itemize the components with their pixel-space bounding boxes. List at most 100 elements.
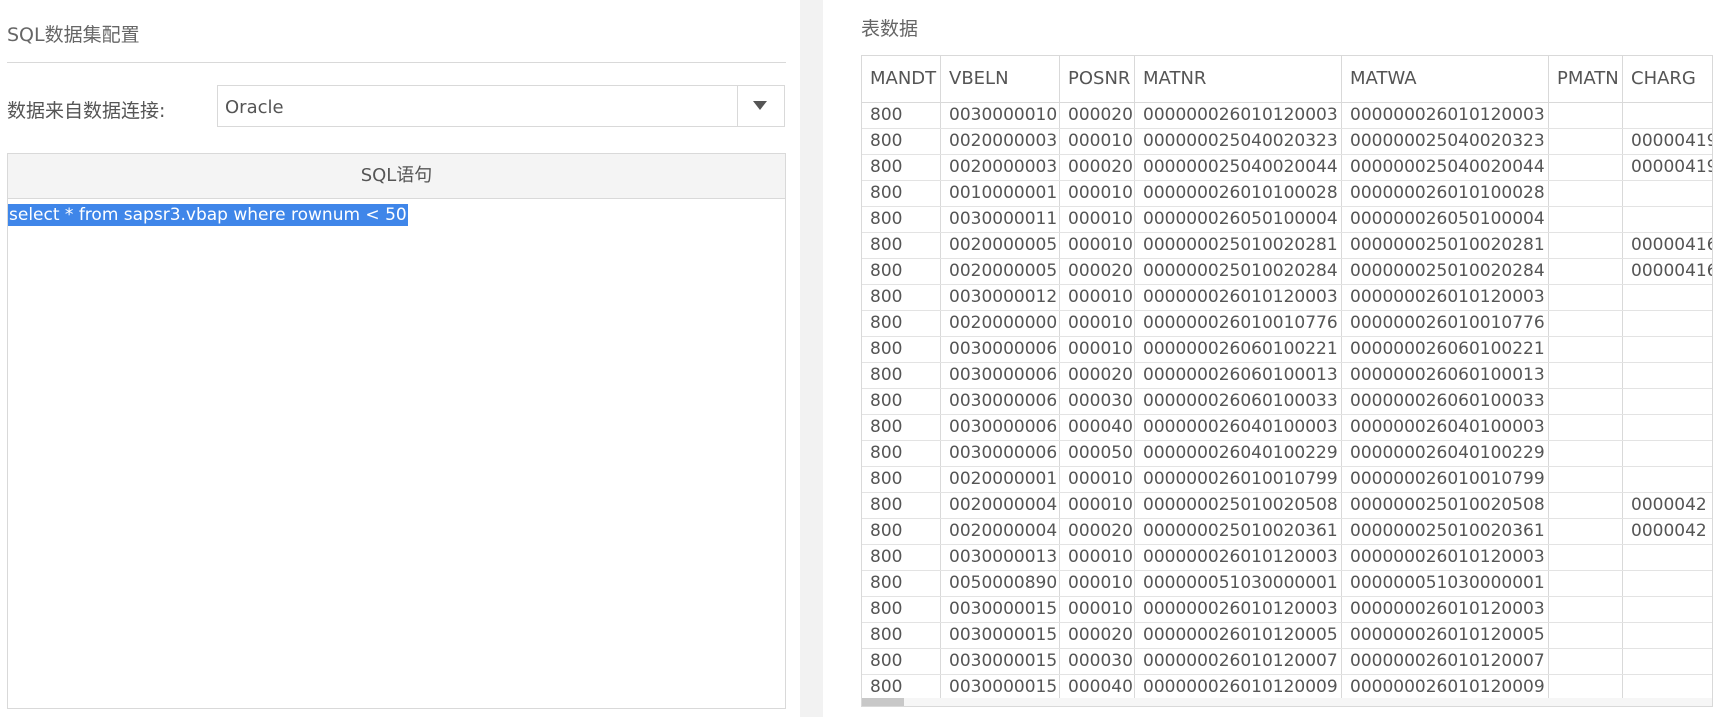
table-row[interactable]: 800 0030000010 000020 000000026010120003 000… bbox=[862, 103, 1712, 129]
table-cell: 000000025010020281 bbox=[1135, 233, 1342, 258]
sql-editor[interactable]: select * from sapsr3.vbap where rownum <… bbox=[8, 199, 785, 708]
table-row[interactable]: 800 0010000001 000010 000000026010100028 000… bbox=[862, 181, 1712, 207]
table-cell bbox=[1549, 675, 1623, 700]
table-cell: 0030000006 bbox=[941, 337, 1060, 362]
table-row[interactable]: 800 0030000013 000010 000000026010120003 000… bbox=[862, 545, 1712, 571]
table-cell: 000000025040020044 bbox=[1342, 155, 1549, 180]
table-cell: 000020 bbox=[1060, 103, 1135, 128]
table-row[interactable]: 800 0020000004 000020 000000025010020361 000… bbox=[862, 519, 1712, 545]
table-row[interactable]: 800 0030000011 000010 000000026050100004 000… bbox=[862, 207, 1712, 233]
table-cell: 000000026040100003 bbox=[1342, 415, 1549, 440]
table-cell: 000040 bbox=[1060, 675, 1135, 700]
table-cell: 000020 bbox=[1060, 363, 1135, 388]
table-cell bbox=[1549, 285, 1623, 310]
table-cell: 000050 bbox=[1060, 441, 1135, 466]
table-row[interactable]: 800 0030000015 000010 000000026010120003 000… bbox=[862, 597, 1712, 623]
column-header[interactable]: MANDT bbox=[862, 56, 941, 102]
table-cell: 00000416 bbox=[1623, 259, 1712, 284]
table-cell: 0030000012 bbox=[941, 285, 1060, 310]
table-row[interactable]: 800 0020000003 000010 000000025040020323 000… bbox=[862, 129, 1712, 155]
table-cell: 000000026010120003 bbox=[1342, 103, 1549, 128]
table-cell bbox=[1623, 675, 1712, 700]
table-cell: 000000026040100229 bbox=[1135, 441, 1342, 466]
table-row[interactable]: 800 0020000004 000010 000000025010020508 000… bbox=[862, 493, 1712, 519]
table-cell: 0000042 bbox=[1623, 493, 1712, 518]
table-row[interactable]: 800 0020000001 000010 000000026010010799 000… bbox=[862, 467, 1712, 493]
caret-down-icon bbox=[753, 101, 767, 110]
table-cell bbox=[1549, 233, 1623, 258]
data-source-select[interactable]: Oracle bbox=[217, 85, 785, 127]
table-row[interactable]: 800 0030000012 000010 000000026010120003 000… bbox=[862, 285, 1712, 311]
column-header[interactable]: MATWA bbox=[1342, 56, 1549, 102]
table-cell bbox=[1623, 363, 1712, 388]
panel-gap bbox=[800, 0, 823, 717]
column-header[interactable]: PMATN bbox=[1549, 56, 1623, 102]
table-cell: 800 bbox=[862, 259, 941, 284]
table-row[interactable]: 800 0030000015 000030 000000026010120007 000… bbox=[862, 649, 1712, 675]
table-row[interactable]: 800 0030000006 000050 000000026040100229 000… bbox=[862, 441, 1712, 467]
table-cell bbox=[1549, 545, 1623, 570]
scrollbar-thumb[interactable] bbox=[862, 698, 904, 706]
horizontal-scrollbar[interactable] bbox=[862, 698, 1712, 706]
table-row[interactable]: 800 0030000006 000040 000000026040100003 000… bbox=[862, 415, 1712, 441]
table-cell bbox=[1549, 259, 1623, 284]
table-cell: 000000026010120005 bbox=[1342, 623, 1549, 648]
table-cell: 800 bbox=[862, 545, 941, 570]
table-cell: 000000026010100028 bbox=[1342, 181, 1549, 206]
table-cell: 800 bbox=[862, 649, 941, 674]
table-cell: 000010 bbox=[1060, 467, 1135, 492]
table-row[interactable]: 800 0030000006 000020 000000026060100013 000… bbox=[862, 363, 1712, 389]
column-header[interactable]: MATNR bbox=[1135, 56, 1342, 102]
table-cell: 000000025040020323 bbox=[1135, 129, 1342, 154]
table-cell: 000000025010020508 bbox=[1342, 493, 1549, 518]
table-cell: 0030000015 bbox=[941, 623, 1060, 648]
table-cell: 000000026010120003 bbox=[1135, 597, 1342, 622]
table-cell: 800 bbox=[862, 155, 941, 180]
table-cell: 0030000006 bbox=[941, 389, 1060, 414]
column-header[interactable]: VBELN bbox=[941, 56, 1060, 102]
table-cell: 000000026060100013 bbox=[1135, 363, 1342, 388]
table-row[interactable]: 800 0030000006 000030 000000026060100033 000… bbox=[862, 389, 1712, 415]
table-cell: 000000026010010776 bbox=[1135, 311, 1342, 336]
table-cell bbox=[1549, 415, 1623, 440]
table-cell: 000010 bbox=[1060, 181, 1135, 206]
table-cell: 000000026010010776 bbox=[1342, 311, 1549, 336]
table-cell: 000000025010020284 bbox=[1135, 259, 1342, 284]
data-source-label: 数据来自数据连接: bbox=[7, 100, 166, 122]
table-cell: 800 bbox=[862, 623, 941, 648]
data-table[interactable]: MANDT VBELN POSNR MATNR MATWA PMATN CHARG 800 0… bbox=[861, 55, 1713, 707]
table-cell bbox=[1549, 155, 1623, 180]
sql-config-panel: SQL数据集配置 数据来自数据连接: Oracle SQL语句 select *… bbox=[0, 0, 800, 717]
sql-header: SQL语句 bbox=[8, 154, 785, 199]
table-cell: 000000026060100033 bbox=[1135, 389, 1342, 414]
table-cell bbox=[1549, 597, 1623, 622]
table-cell: 800 bbox=[862, 103, 941, 128]
dropdown-button[interactable] bbox=[737, 86, 784, 126]
table-cell: 0000042 bbox=[1623, 519, 1712, 544]
table-cell: 0020000003 bbox=[941, 155, 1060, 180]
table-cell: 000000026010100028 bbox=[1135, 181, 1342, 206]
table-row[interactable]: 800 0030000006 000010 000000026060100221 000… bbox=[862, 337, 1712, 363]
table-cell: 000000026040100229 bbox=[1342, 441, 1549, 466]
table-cell: 000000026010120007 bbox=[1342, 649, 1549, 674]
column-header[interactable]: CHARG bbox=[1623, 56, 1712, 102]
table-cell bbox=[1623, 389, 1712, 414]
table-row[interactable]: 800 0020000000 000010 000000026010010776 000… bbox=[862, 311, 1712, 337]
table-cell: 000010 bbox=[1060, 233, 1135, 258]
table-row[interactable]: 800 0020000003 000020 000000025040020044 000… bbox=[862, 155, 1712, 181]
table-row[interactable]: 800 0050000890 000010 000000051030000001 000… bbox=[862, 571, 1712, 597]
table-row[interactable]: 800 0020000005 000020 000000025010020284 000… bbox=[862, 259, 1712, 285]
table-row[interactable]: 800 0030000015 000020 000000026010120005 000… bbox=[862, 623, 1712, 649]
table-cell: 000000026010010799 bbox=[1135, 467, 1342, 492]
table-cell: 0020000001 bbox=[941, 467, 1060, 492]
table-cell bbox=[1549, 493, 1623, 518]
table-cell: 000000026060100221 bbox=[1342, 337, 1549, 362]
column-header[interactable]: POSNR bbox=[1060, 56, 1135, 102]
table-cell: 000010 bbox=[1060, 337, 1135, 362]
table-cell: 0010000001 bbox=[941, 181, 1060, 206]
table-row[interactable]: 800 0020000005 000010 000000025010020281 000… bbox=[862, 233, 1712, 259]
table-cell: 000000051030000001 bbox=[1342, 571, 1549, 596]
table-cell: 000000026050100004 bbox=[1135, 207, 1342, 232]
table-cell: 000000026060100013 bbox=[1342, 363, 1549, 388]
table-cell: 000000026010120003 bbox=[1342, 285, 1549, 310]
